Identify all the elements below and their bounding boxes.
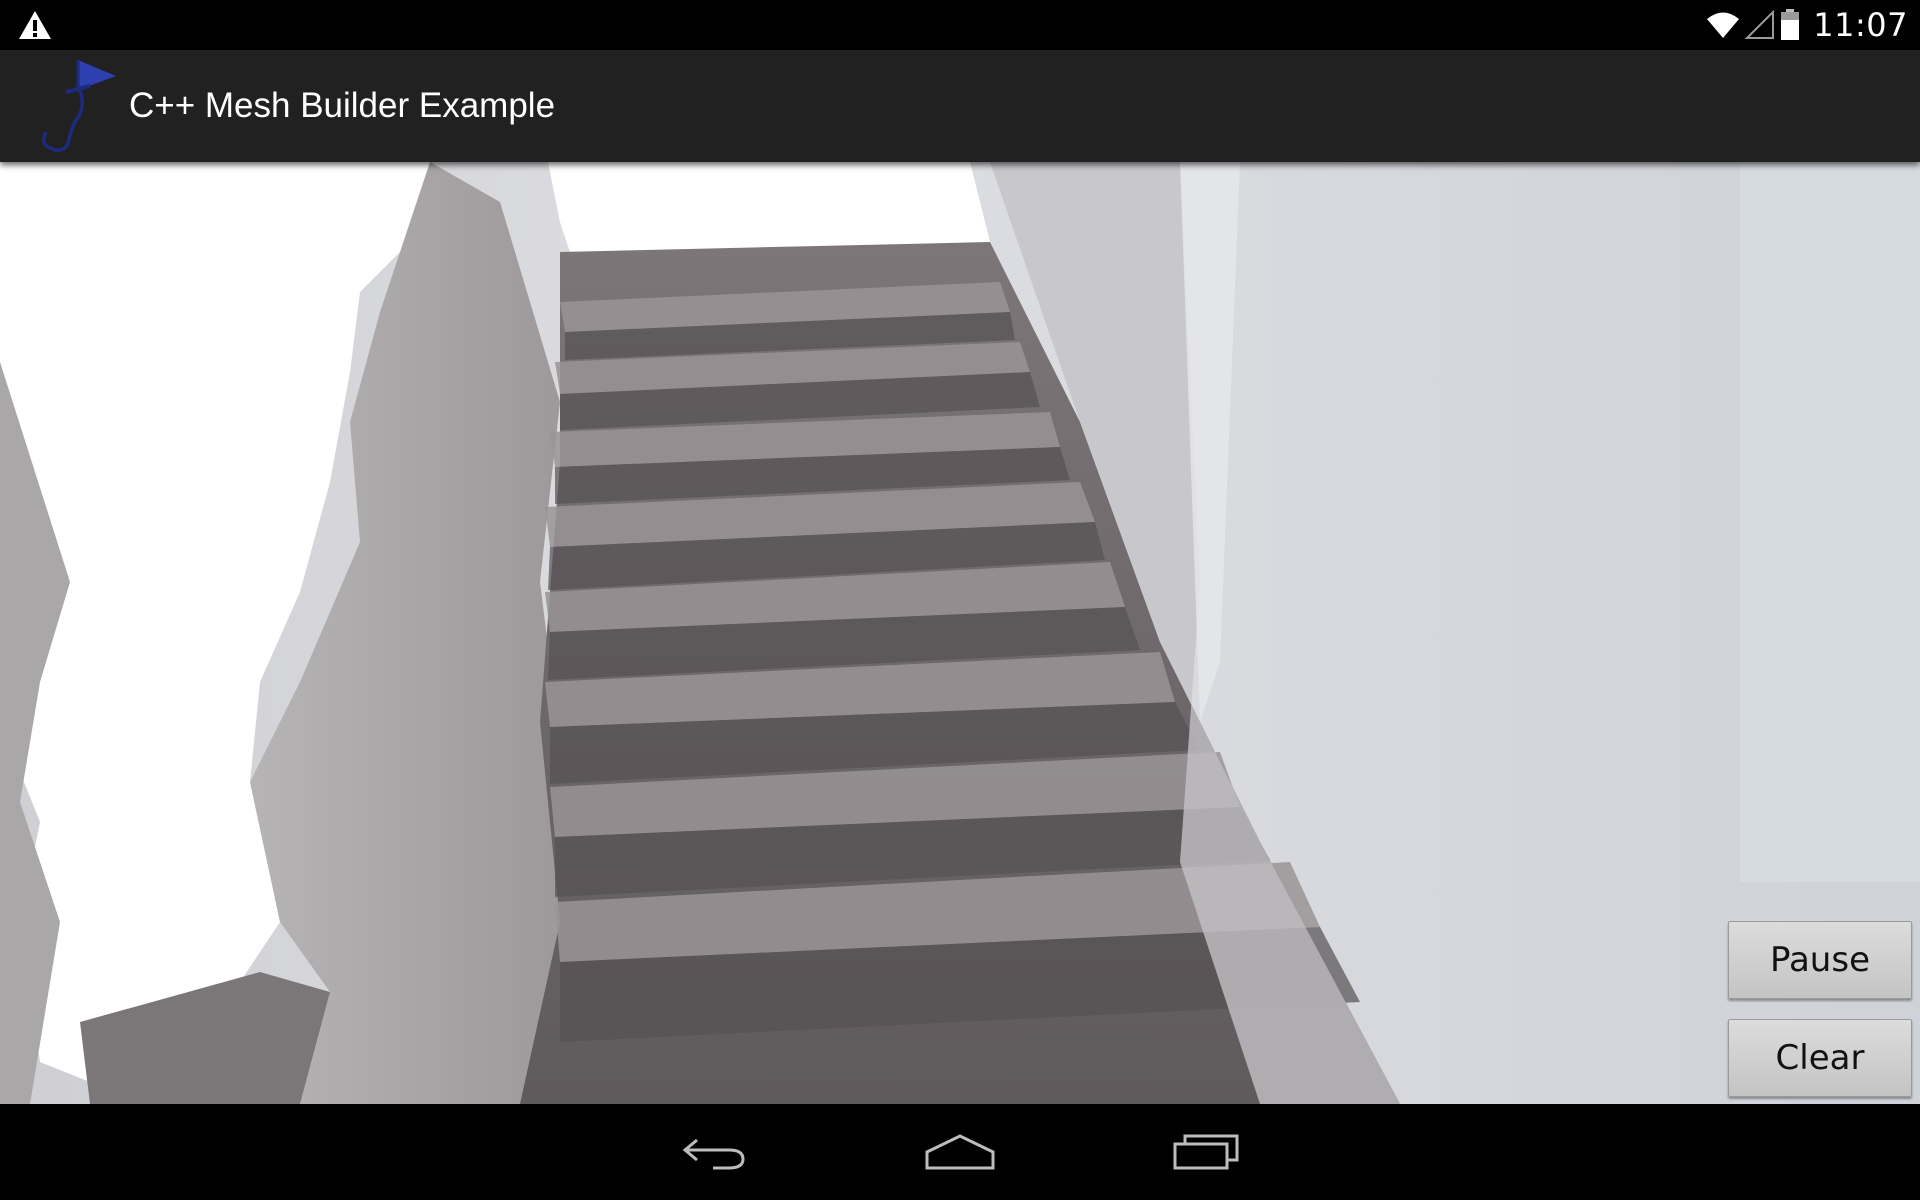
- back-button[interactable]: [656, 1124, 776, 1180]
- recents-button[interactable]: [1146, 1124, 1266, 1180]
- cell-signal-icon: [1744, 10, 1775, 39]
- status-clock: 11:07: [1813, 6, 1908, 44]
- staircase-mesh-render: [0, 162, 1920, 1104]
- home-icon: [925, 1134, 995, 1170]
- battery-icon: [1781, 9, 1800, 40]
- wifi-icon: [1707, 12, 1740, 38]
- clear-button[interactable]: Clear: [1728, 1019, 1912, 1097]
- recents-icon: [1173, 1134, 1239, 1170]
- home-button[interactable]: [900, 1124, 1020, 1180]
- action-bar: C++ Mesh Builder Example: [0, 50, 1920, 162]
- status-icons: 11:07: [1705, 0, 1920, 50]
- warning-icon: [19, 11, 51, 39]
- tango-flag-icon[interactable]: [26, 58, 122, 154]
- back-icon: [682, 1138, 745, 1170]
- app-title: C++ Mesh Builder Example: [129, 86, 556, 125]
- mesh-viewport[interactable]: Pause Clear: [0, 162, 1920, 1104]
- status-bar: 11:07: [0, 0, 1920, 50]
- navigation-bar: [0, 1104, 1920, 1200]
- pause-button[interactable]: Pause: [1728, 921, 1912, 999]
